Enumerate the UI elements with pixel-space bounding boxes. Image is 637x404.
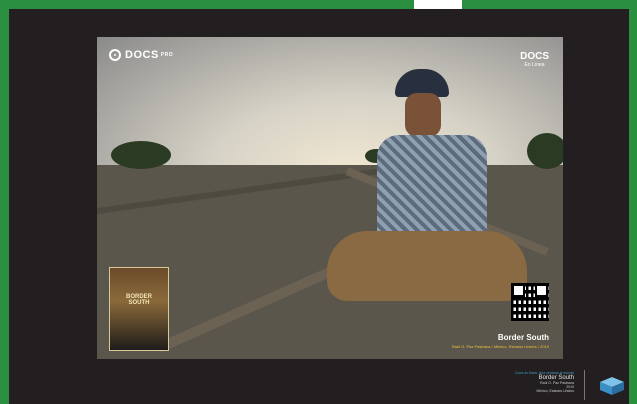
legs [327,231,527,301]
footer-credits: Docs en línea: Una ventana al mundo Bord… [500,371,574,393]
tree [111,141,171,169]
divider [584,370,585,400]
footer-countries: México, Estados Unidos [536,389,574,393]
cover-title-2: SOUTH [128,300,150,306]
brand-left-text: DOCS [125,49,159,61]
person-sitting [327,55,527,355]
qr-code[interactable] [511,283,549,321]
film-cover-thumbnail: BORDER SOUTH [109,267,169,351]
brand-right-top: DOCS [520,51,549,62]
tree [527,133,563,169]
film-poster: DOCS PRO DOCS En Línea BORDER SOUTH Bord… [97,37,563,359]
docs-ring-icon [109,49,121,61]
brand-left-sup: PRO [160,52,174,58]
brand-right-bottom: En Línea [524,62,545,68]
cube-logo-icon [600,377,624,395]
poster-subtitle: Raúl O. Paz Pastrana / México, Estados U… [451,344,549,349]
docs-en-linea-logo: DOCS En Línea [520,51,549,68]
docs-logo: DOCS PRO [109,49,173,61]
poster-title: Border South [497,333,549,342]
face [405,93,441,137]
top-tab[interactable] [414,0,462,9]
